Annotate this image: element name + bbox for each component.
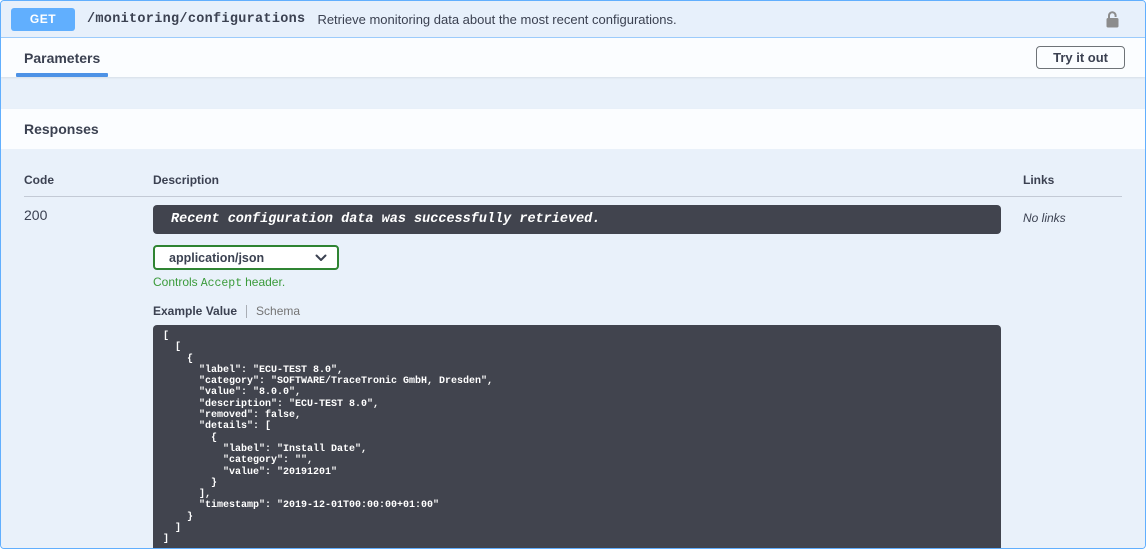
responses-title: Responses (24, 121, 99, 137)
operation-summary[interactable]: GET /monitoring/configurations Retrieve … (1, 1, 1145, 38)
operation-block-get: GET /monitoring/configurations Retrieve … (0, 0, 1146, 549)
tab-parameters[interactable]: Parameters (24, 38, 100, 77)
parameters-empty-area (1, 77, 1145, 109)
responses-body: Code Description Links 200 Recent config… (1, 149, 1145, 549)
response-row-200: 200 Recent configuration data was succes… (24, 197, 1122, 549)
response-description: Recent configuration data was successful… (153, 205, 1001, 234)
example-value-panel[interactable]: [ [ { "label": "ECU-TEST 8.0", "category… (153, 325, 1001, 549)
media-type-hint: ControlsAcceptheader. (153, 275, 1023, 290)
media-type-selected: application/json (169, 251, 264, 265)
hint-text-after: header. (245, 275, 285, 289)
column-header-code: Code (24, 173, 153, 187)
example-json: [ [ { "label": "ECU-TEST 8.0", "category… (163, 331, 987, 546)
active-tab-underline (16, 73, 108, 77)
parameters-title: Parameters (24, 50, 100, 66)
accept-header-code: Accept (201, 277, 242, 290)
media-type-select[interactable]: application/json (153, 245, 339, 270)
column-header-description: Description (153, 173, 1023, 187)
responses-table-header: Code Description Links (24, 149, 1122, 197)
column-header-links: Links (1023, 173, 1122, 187)
authorize-button[interactable] (1104, 10, 1121, 29)
tab-example-value[interactable]: Example Value (153, 304, 237, 318)
chevron-down-icon (315, 254, 327, 262)
tab-divider (246, 305, 247, 318)
endpoint-summary: Retrieve monitoring data about the most … (317, 12, 676, 27)
hint-text-before: Controls (153, 275, 198, 289)
response-description-cell: Recent configuration data was successful… (153, 205, 1023, 549)
try-it-out-button[interactable]: Try it out (1036, 46, 1125, 69)
endpoint-path: /monitoring/configurations (87, 12, 305, 27)
response-links: No links (1023, 205, 1122, 549)
parameters-section-header: Parameters Try it out (1, 38, 1145, 77)
unlock-icon (1104, 10, 1121, 29)
response-code: 200 (24, 205, 153, 549)
method-badge: GET (11, 8, 75, 31)
example-schema-tabs: Example Value Schema (153, 304, 1023, 318)
responses-section-header: Responses (1, 109, 1145, 149)
tab-schema[interactable]: Schema (256, 304, 300, 318)
